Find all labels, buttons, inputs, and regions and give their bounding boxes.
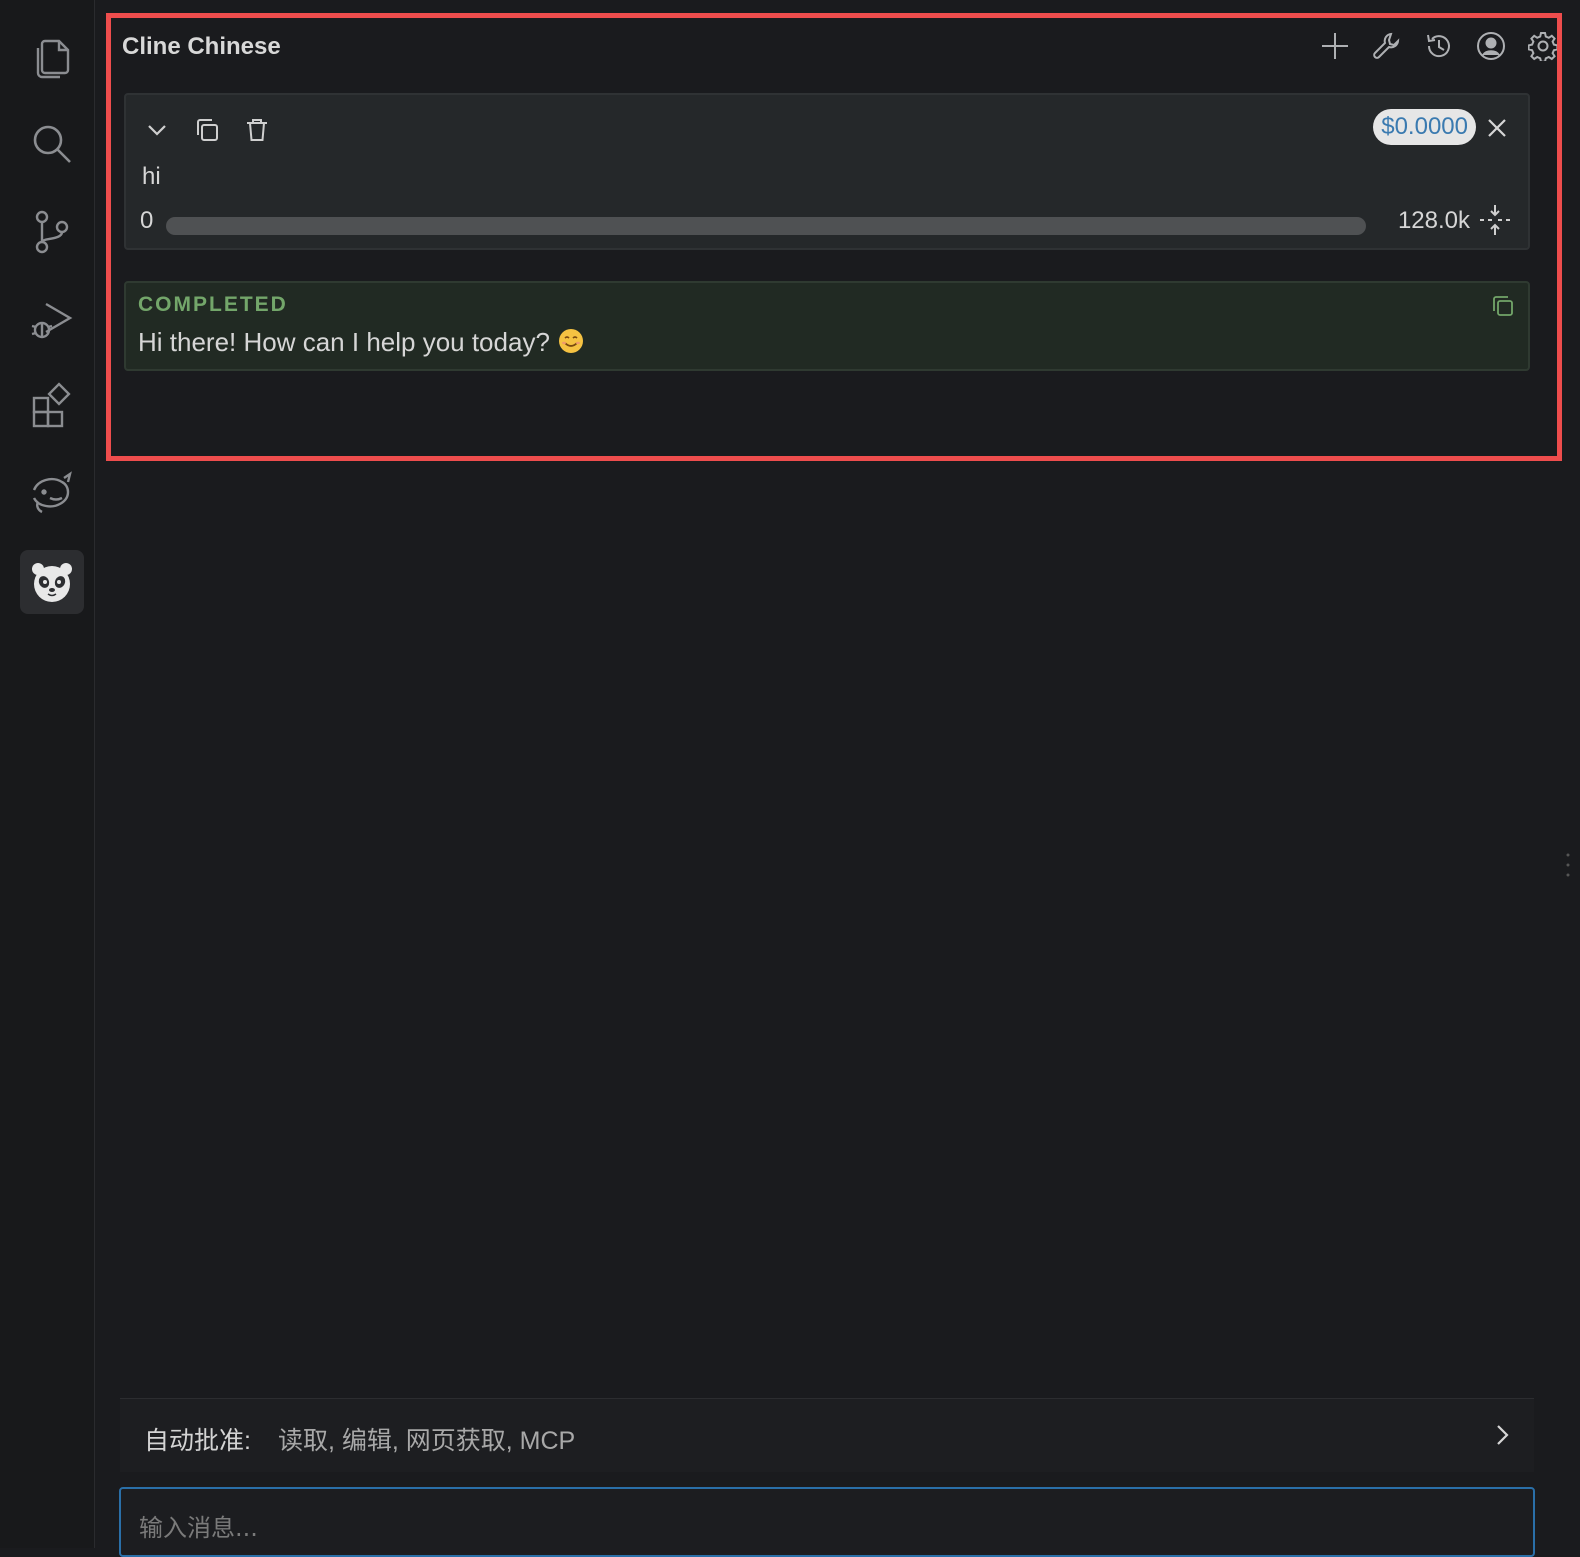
files-icon <box>36 39 70 79</box>
cline-chinese-button[interactable] <box>20 550 84 614</box>
source-control-icon <box>35 210 69 254</box>
task-toolbar <box>142 115 272 145</box>
settings-button[interactable] <box>1528 28 1558 64</box>
collapse-task-button[interactable] <box>142 115 172 145</box>
chevron-down-icon <box>148 125 166 136</box>
search-icon <box>33 125 71 163</box>
panel-title: Cline Chinese <box>122 33 281 60</box>
compress-icon[interactable] <box>1478 203 1512 237</box>
cost-badge: $0.0000 <box>1373 109 1476 145</box>
run-debug-icon <box>31 302 73 339</box>
copy-icon <box>1493 296 1513 316</box>
context-used-label: 0 <box>140 207 154 234</box>
chevron-right-icon <box>1497 1425 1509 1445</box>
history-button[interactable] <box>1424 28 1454 64</box>
search-button[interactable] <box>20 112 84 176</box>
explorer-button[interactable] <box>20 25 84 89</box>
wrench-icon <box>1373 32 1400 59</box>
account-button[interactable] <box>1476 28 1506 64</box>
completion-message: Hi there! How can I help you today? <box>138 327 584 358</box>
new-task-button[interactable] <box>1320 28 1350 64</box>
trash-icon <box>247 119 267 141</box>
close-task-button[interactable] <box>1482 113 1512 143</box>
task-header-card: $0.0000 hi 0 128.0k <box>124 93 1530 250</box>
plus-icon <box>1322 33 1348 59</box>
copy-icon <box>197 119 218 141</box>
source-control-button[interactable] <box>20 199 84 263</box>
extensions-icon <box>32 382 71 428</box>
extensions-button[interactable] <box>20 374 84 438</box>
auto-approve-bar[interactable]: 自动批准: 读取, 编辑, 网页获取, MCP <box>120 1398 1534 1472</box>
smile-emoji-icon <box>558 329 583 353</box>
history-icon <box>1427 34 1450 58</box>
mcp-button[interactable] <box>1372 28 1402 64</box>
completion-message-text: Hi there! How can I help you today? <box>138 327 550 357</box>
copy-task-button[interactable] <box>192 115 222 145</box>
copy-result-button[interactable] <box>1490 293 1518 321</box>
header-toolbar <box>1320 28 1558 64</box>
completion-result-card: COMPLETED Hi there! How can I help you t… <box>124 281 1530 371</box>
account-icon <box>1477 32 1505 60</box>
delete-task-button[interactable] <box>242 115 272 145</box>
message-input[interactable] <box>137 1507 1501 1549</box>
context-progress-bar <box>166 217 1366 235</box>
completion-status-label: COMPLETED <box>138 293 288 316</box>
context-window-row: 0 128.0k <box>140 203 1512 239</box>
auto-approve-label: 自动批准: <box>144 1427 251 1455</box>
dolphin-icon <box>32 471 72 514</box>
run-debug-button[interactable] <box>20 288 84 352</box>
chat-input-box <box>119 1487 1535 1557</box>
auto-approve-value: 读取, 编辑, 网页获取, MCP <box>278 1427 576 1455</box>
gear-icon <box>1528 32 1558 61</box>
resize-handle-icon[interactable] <box>1566 852 1570 878</box>
context-max-label: 128.0k <box>1397 207 1470 234</box>
panda-icon <box>32 563 72 602</box>
activity-bar <box>0 0 95 1548</box>
task-text: hi <box>142 163 161 190</box>
close-icon <box>1488 119 1506 137</box>
dolphin-button[interactable] <box>20 460 84 524</box>
